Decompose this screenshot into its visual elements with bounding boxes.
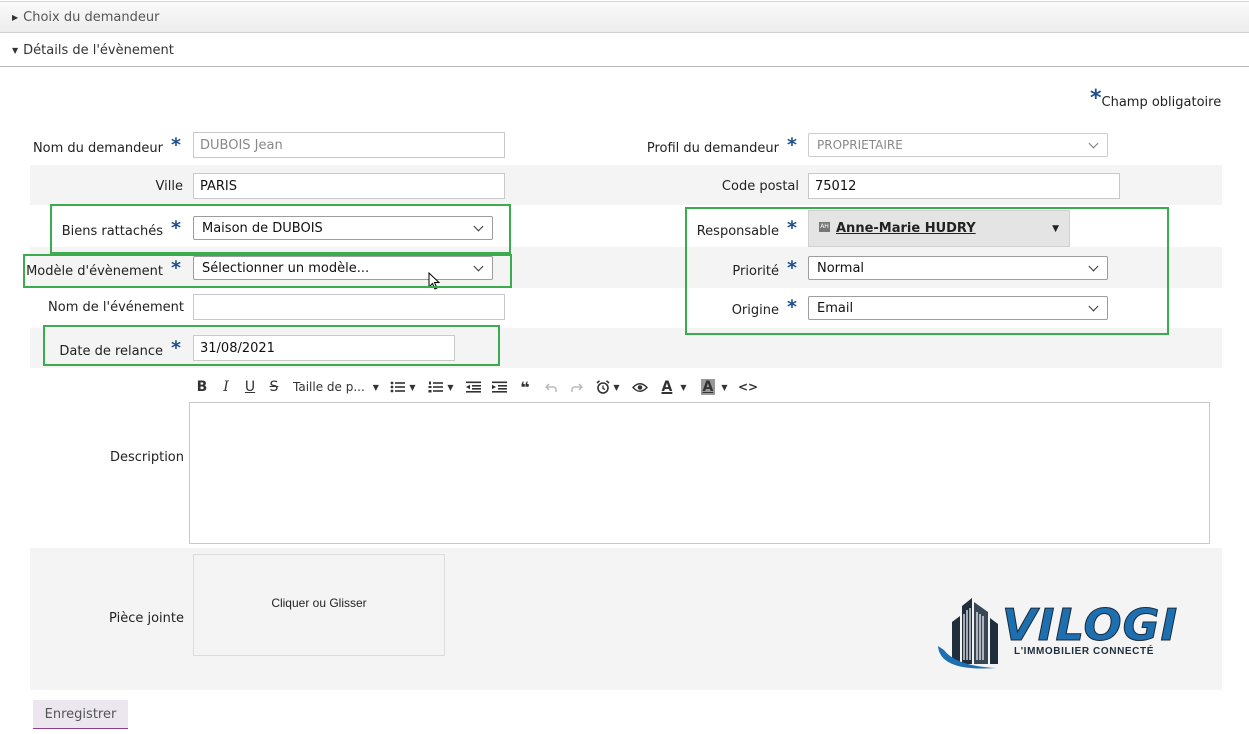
bullet-list-button[interactable]: ▼ — [387, 377, 419, 397]
editor-toolbar: B I U S Taille de p... ▼ ▼ ▼ ❝ ▼ A ▼ A ▼… — [193, 377, 765, 397]
numbered-list-icon — [428, 381, 444, 393]
building-logo-icon — [938, 598, 998, 669]
bullet-list-icon — [391, 381, 406, 393]
undo-button[interactable] — [541, 377, 561, 397]
label-nom-demandeur: Nom du demandeur — [32, 141, 163, 156]
label-profil-demandeur: Profil du demandeur — [646, 141, 779, 156]
caret-down-icon: ▼ — [447, 382, 454, 392]
redo-button[interactable] — [567, 377, 587, 397]
highlight-color-button[interactable]: A ▼ — [697, 377, 731, 397]
caret-down-icon: ▼ — [12, 46, 19, 55]
outdent-icon — [465, 381, 481, 393]
highlight-box — [23, 254, 512, 288]
alarm-clock-icon — [596, 380, 610, 394]
required-note: * Champ obligatoire — [1090, 88, 1221, 110]
font-size-dropdown[interactable]: Taille de p... ▼ — [289, 377, 381, 397]
highlight-box — [43, 325, 500, 366]
nom-demandeur-input[interactable]: DUBOIS Jean — [193, 132, 505, 158]
undo-icon — [545, 383, 557, 392]
section-choix-demandeur[interactable]: ▶ Choix du demandeur — [0, 1, 1249, 33]
selected-value: PROPRIETAIRE — [817, 138, 903, 152]
code-postal-input[interactable]: 75012 — [808, 173, 1120, 199]
label-piece-jointe: Pièce jointe — [109, 611, 184, 626]
logo-name: VILOGI — [1001, 600, 1179, 651]
italic-button[interactable]: I — [217, 377, 235, 397]
attachment-dropzone[interactable]: Cliquer ou Glisser — [193, 554, 445, 656]
label-nom-evenement: Nom de l'événement — [48, 300, 184, 315]
label-description: Description — [109, 450, 184, 465]
required-asterisk-icon: * — [1090, 86, 1102, 111]
vilogi-logo: VILOGI L'IMMOBILIER CONNECTÉ — [936, 594, 1198, 674]
numbered-list-button[interactable]: ▼ — [425, 377, 457, 397]
highlight-box — [50, 204, 511, 254]
font-size-label: Taille de p... — [293, 380, 365, 394]
blockquote-button[interactable]: ❝ — [515, 377, 535, 397]
text-color-icon: A — [661, 379, 673, 395]
redo-icon — [571, 383, 583, 392]
reminder-button[interactable]: ▼ — [593, 377, 623, 397]
required-asterisk-icon: * — [171, 134, 181, 156]
ville-input[interactable]: PARIS — [193, 173, 505, 199]
highlight-box — [685, 207, 1169, 335]
indent-icon — [491, 381, 507, 393]
section-details-evenement[interactable]: ▼ Détails de l'évènement — [0, 35, 1249, 67]
caret-right-icon: ▶ — [12, 12, 19, 22]
underline-button[interactable]: U — [241, 377, 259, 397]
chevron-down-icon — [1088, 138, 1099, 148]
label-code-postal: Code postal — [721, 179, 799, 194]
nom-evenement-input[interactable] — [193, 294, 505, 320]
description-editor[interactable] — [189, 402, 1210, 544]
dropzone-text: Cliquer ou Glisser — [271, 596, 367, 610]
eye-icon — [632, 382, 648, 392]
preview-button[interactable] — [629, 377, 651, 397]
text-color-button[interactable]: A ▼ — [657, 377, 691, 397]
caret-down-icon: ▼ — [372, 382, 379, 392]
caret-down-icon: ▼ — [721, 382, 728, 392]
indent-button[interactable] — [489, 377, 509, 397]
source-code-button[interactable]: <> — [737, 377, 759, 397]
section-title: Choix du demandeur — [23, 9, 160, 25]
profil-demandeur-select[interactable]: PROPRIETAIRE — [808, 133, 1108, 157]
outdent-button[interactable] — [463, 377, 483, 397]
section-title: Détails de l'évènement — [23, 43, 174, 58]
bold-button[interactable]: B — [193, 377, 211, 397]
strikethrough-button[interactable]: S — [265, 377, 283, 397]
logo-tagline: L'IMMOBILIER CONNECTÉ — [1014, 646, 1154, 657]
caret-down-icon: ▼ — [613, 382, 620, 392]
label-ville: Ville — [155, 179, 183, 194]
required-asterisk-icon: * — [787, 134, 797, 156]
caret-down-icon: ▼ — [680, 382, 687, 392]
required-note-text: Champ obligatoire — [1101, 94, 1222, 110]
caret-down-icon: ▼ — [409, 382, 416, 392]
highlight-color-icon: A — [700, 379, 716, 395]
save-button[interactable]: Enregistrer — [33, 700, 128, 729]
